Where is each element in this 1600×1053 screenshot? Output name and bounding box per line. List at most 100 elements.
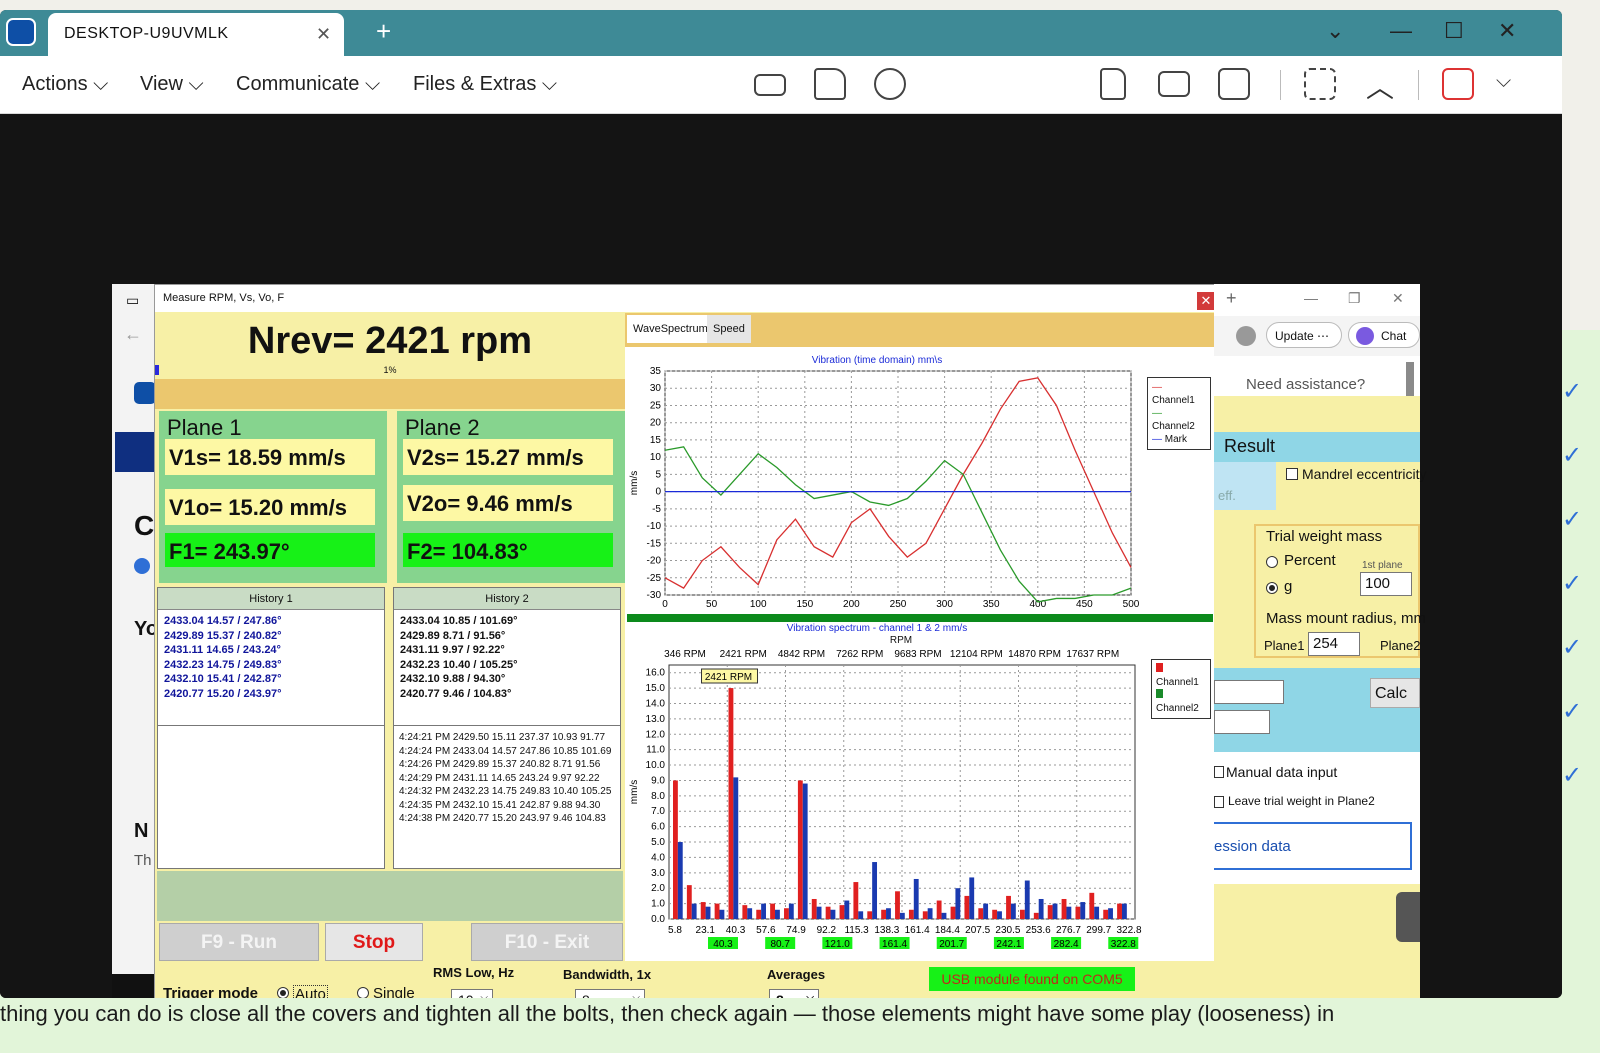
close-window-icon[interactable]: ✕	[1498, 18, 1516, 44]
close-icon[interactable]: ✕	[1197, 292, 1215, 310]
bar-channel2	[1024, 880, 1030, 919]
session-data-button[interactable]: ession data	[1214, 822, 1412, 870]
bar-channel1	[1047, 905, 1053, 919]
reboot-icon[interactable]	[874, 68, 906, 100]
minimize-icon[interactable]: —	[1304, 290, 1318, 306]
tab-wavespectrum[interactable]: WaveSpectrum	[627, 315, 714, 343]
bar-channel1	[797, 780, 803, 919]
manual-label: Manual data input	[1226, 764, 1338, 780]
more-options-icon[interactable]: ⌵	[1496, 70, 1511, 93]
manual-checkbox[interactable]	[1214, 766, 1224, 778]
file-transfer-icon[interactable]	[814, 68, 846, 100]
bar-channel2	[775, 909, 780, 919]
end-session-icon[interactable]	[1442, 68, 1474, 100]
x-tick-label: 450	[1076, 599, 1093, 610]
measurement-log: 4:24:21 PM 2429.50 15.11 237.37 10.93 91…	[399, 732, 612, 824]
freq-label: 92.2	[817, 925, 837, 936]
g-radio[interactable]	[1266, 582, 1278, 594]
plane1-vo: V1o= 15.20 mm/s	[165, 489, 375, 525]
history2-line: 2420.77 9.46 / 104.83°	[400, 687, 512, 700]
y-tick-label: 5	[655, 469, 661, 480]
mandrel-checkbox[interactable]	[1286, 468, 1298, 480]
balancing-form: Result eff. Mandrel eccentricity Trial w…	[1214, 396, 1427, 998]
exit-button[interactable]: F10 - Exit	[471, 923, 623, 961]
close-icon[interactable]: ✕	[1392, 290, 1404, 307]
averages-select[interactable]: 8⌵	[769, 989, 819, 998]
clipboard-icon[interactable]	[1100, 68, 1126, 100]
stop-button[interactable]: Stop	[325, 923, 423, 961]
minimize-icon[interactable]: —	[1390, 18, 1412, 44]
session-data-label: ession data	[1214, 838, 1291, 855]
screenshot-icon[interactable]	[1218, 68, 1250, 100]
back-icon[interactable]: ←	[124, 324, 142, 345]
menu-files-label: Files & Extras	[413, 73, 537, 95]
close-tab-icon[interactable]: ✕	[316, 24, 331, 45]
session-tab-title: DESKTOP-U9UVMLK	[64, 25, 229, 42]
edge-titlebar: + — ❐ ✕	[1214, 284, 1420, 316]
y-tick-label: 9.0	[651, 775, 665, 786]
teamviewer-app-icon[interactable]	[134, 382, 156, 404]
side-handle[interactable]	[1396, 892, 1420, 942]
run-button[interactable]: F9 - Run	[159, 923, 319, 961]
eff-label: eff.	[1218, 488, 1236, 503]
tab-speed[interactable]: Speed	[707, 315, 751, 343]
freq-label: 299.7	[1086, 925, 1111, 936]
sidebar-toggle-icon[interactable]: ▭	[126, 292, 139, 309]
bar-channel1	[1033, 912, 1039, 919]
y-axis-label: mm/s	[629, 780, 640, 804]
rms-low-label: RMS Low, Hz	[433, 965, 515, 980]
bg-c: C	[134, 510, 155, 541]
menu-actions[interactable]: Actions ⌵	[22, 73, 108, 96]
session-tab[interactable]: DESKTOP-U9UVMLK	[48, 13, 344, 56]
leave-checkbox[interactable]	[1214, 796, 1224, 808]
rms-low-select[interactable]: 10 ⌵	[451, 989, 493, 998]
bar-channel2	[899, 912, 905, 919]
menu-files-extras[interactable]: Files & Extras ⌵	[413, 73, 557, 96]
rpm-label: 14870 RPM	[1008, 649, 1061, 660]
annotate-icon[interactable]	[1158, 71, 1190, 97]
taskbar-start[interactable]	[112, 974, 156, 998]
plane1-panel: Plane 1 V1s= 18.59 mm/s V1o= 15.20 mm/s …	[159, 411, 387, 583]
history-footer	[157, 871, 623, 921]
fullscreen-icon[interactable]	[1304, 68, 1336, 100]
freq-label: 230.5	[995, 925, 1020, 936]
new-tab-icon[interactable]: +	[376, 16, 391, 47]
remote-control-icon[interactable]	[115, 432, 155, 472]
averages-label: Averages	[767, 967, 826, 982]
peak-label: 2421 RPM	[705, 672, 752, 683]
scrollbar[interactable]	[1406, 362, 1414, 396]
legend-channel1: Channel1	[1152, 395, 1195, 406]
y-tick-label: 10.0	[646, 760, 666, 771]
spectrum-chart: 16.0 15.0 14.0 13.0 12.0 11.0 10.0 9.0 8.0 7.0 6.0…	[629, 649, 1142, 950]
plus-icon[interactable]: +	[1226, 288, 1237, 309]
y-tick-label: -30	[647, 590, 662, 601]
menu-view[interactable]: View ⌵	[140, 73, 204, 96]
toolbar: Actions ⌵ View ⌵ Communicate ⌵ Files & E…	[0, 56, 1562, 114]
menu-communicate[interactable]: Communicate ⌵	[236, 73, 380, 96]
plane1-radius-input[interactable]: 254	[1308, 632, 1360, 656]
bar-channel1	[1075, 906, 1081, 919]
mass-input[interactable]: 100	[1360, 572, 1412, 596]
percent-radio[interactable]	[1266, 556, 1278, 568]
y-tick-label: 15	[650, 435, 662, 446]
value-input-2[interactable]	[1214, 710, 1270, 734]
bandwidth-select[interactable]: 8⌵	[575, 989, 645, 998]
collapse-icon[interactable]: ︿	[1366, 66, 1394, 106]
auto-radio-label[interactable]: Auto	[293, 985, 328, 998]
bar-channel1	[1117, 903, 1122, 919]
calc-button[interactable]: Calc	[1370, 678, 1420, 708]
chevron-down-icon[interactable]: ⌄	[1326, 18, 1344, 44]
avatar[interactable]	[1236, 326, 1256, 346]
keyboard-icon[interactable]	[754, 74, 786, 96]
bar-channel1	[1061, 898, 1067, 919]
value-input-1[interactable]	[1214, 680, 1284, 704]
x-tick-label: 0	[662, 599, 668, 610]
measure-window: Measure RPM, Vs, Vo, F ✕ Nrev= 2421 rpm …	[154, 284, 1217, 998]
maximize-icon[interactable]: ☐	[1444, 18, 1464, 44]
update-button[interactable]: Update ⋯	[1266, 322, 1342, 348]
single-radio-label: Single	[373, 985, 415, 998]
restore-icon[interactable]: ❐	[1348, 290, 1361, 307]
auto-radio[interactable]	[277, 987, 289, 998]
history2-line: 2429.89 8.71 / 91.56°	[400, 629, 506, 642]
single-radio[interactable]	[357, 987, 369, 998]
